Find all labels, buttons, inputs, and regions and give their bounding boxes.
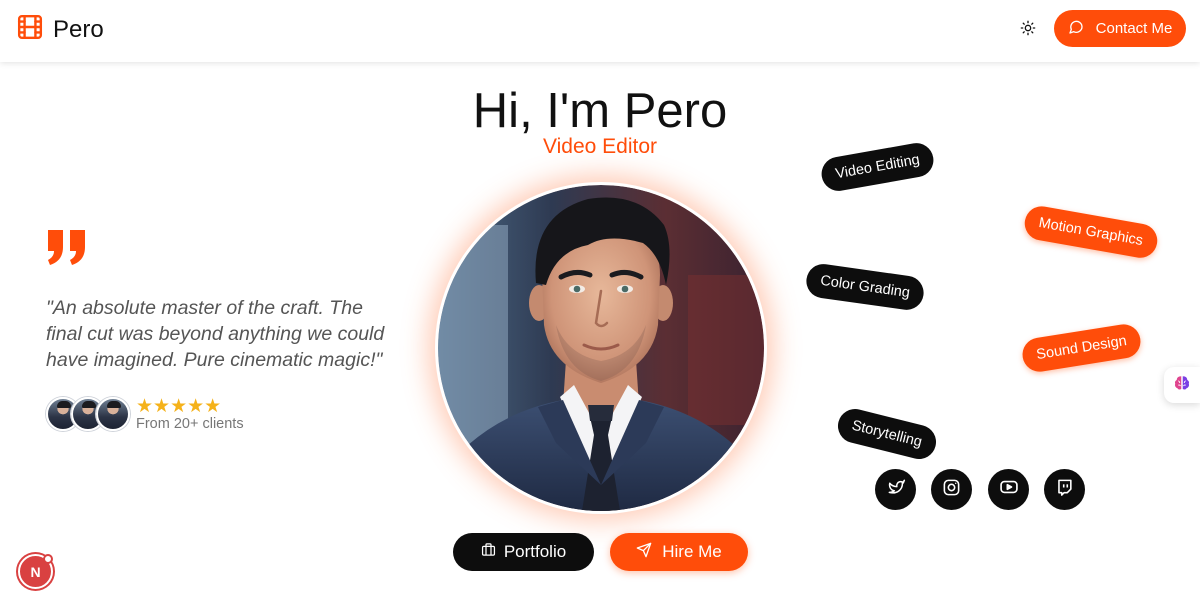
top-navbar: Pero Contact Me (0, 0, 1200, 62)
profile-portrait-image (438, 185, 764, 511)
quote-icon (46, 226, 88, 273)
contact-me-label: Contact Me (1095, 20, 1173, 37)
skill-tag-color-grading: Color Grading (804, 261, 927, 313)
briefcase-icon (481, 542, 496, 562)
brain-icon (1173, 374, 1191, 397)
side-assistant-widget[interactable] (1164, 367, 1200, 403)
client-avatars (46, 397, 130, 433)
film-icon (17, 14, 43, 45)
brand-name: Pero (53, 15, 104, 43)
send-icon (636, 542, 652, 563)
message-circle-icon (1068, 19, 1084, 39)
hero-title: Hi, I'm Pero (472, 84, 728, 138)
twitter-icon (886, 477, 906, 502)
youtube-icon (999, 477, 1019, 502)
portfolio-label: Portfolio (503, 542, 567, 561)
skill-tag-sound-design: Sound Design (1020, 321, 1144, 375)
rating-stars: ★★★★★ (136, 396, 222, 417)
skill-tag-storytelling: Storytelling (834, 405, 940, 463)
theme-toggle-button[interactable] (1016, 18, 1040, 42)
clients-count: From 20+ clients (136, 416, 244, 432)
twitch-link[interactable] (1044, 469, 1085, 510)
sun-icon (1020, 20, 1036, 41)
profile-photo (438, 185, 764, 511)
notification-dot (43, 554, 53, 564)
instagram-icon (942, 478, 961, 502)
hero-subtitle: Video Editor (542, 135, 658, 158)
instagram-link[interactable] (931, 469, 972, 510)
skill-tag-motion-graphics: Motion Graphics (1022, 203, 1160, 261)
hire-me-button[interactable]: Hire Me (610, 533, 748, 571)
twitch-icon (1055, 478, 1074, 502)
portfolio-button[interactable]: Portfolio (453, 533, 594, 571)
testimonial-line: final cut was beyond anything we could (46, 323, 385, 345)
hire-me-label: Hire Me (662, 542, 722, 561)
twitter-link[interactable] (875, 469, 916, 510)
testimonial-quote: "An absolute master of the craft. The fi… (46, 295, 406, 373)
contact-me-button[interactable]: Contact Me (1054, 10, 1186, 47)
youtube-link[interactable] (988, 469, 1029, 510)
brand-logo-link[interactable]: Pero (17, 14, 104, 45)
client-avatar (96, 397, 130, 431)
testimonial-line: "An absolute master of the craft. The (46, 297, 363, 319)
testimonial-line: have imagined. Pure cinematic magic!" (46, 349, 383, 371)
